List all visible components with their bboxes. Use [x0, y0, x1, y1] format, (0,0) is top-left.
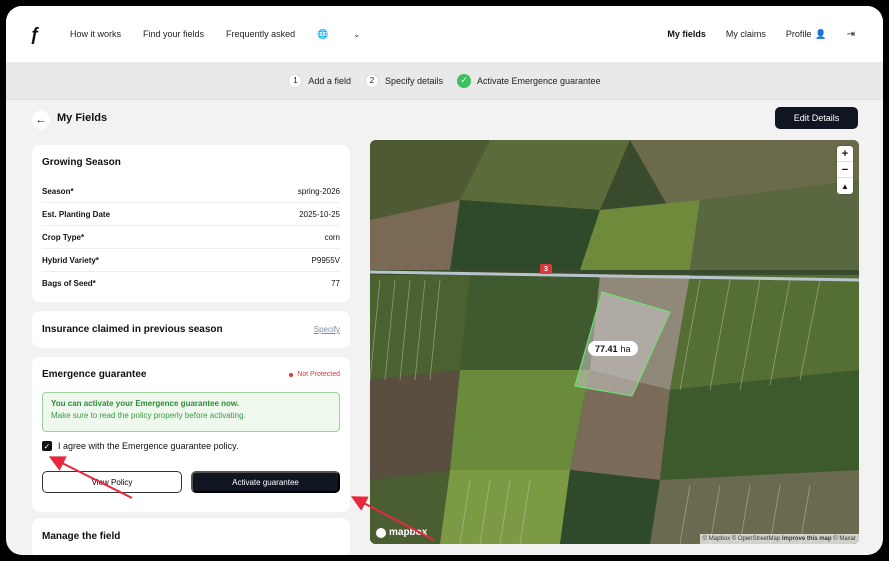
globe-icon: 🌐	[317, 28, 329, 39]
logout-icon[interactable]: ⇥	[847, 29, 855, 40]
table-row: Est. Planting Date 2025-10-25	[42, 203, 340, 226]
top-navigation: ƒ How it works Find your fields Frequent…	[6, 6, 883, 62]
nav-link-faq[interactable]: Frequently asked	[226, 29, 295, 39]
check-icon: ✓	[456, 73, 471, 88]
manage-field-title: Manage the field	[42, 531, 121, 542]
nav-link-my-claims[interactable]: My claims	[726, 29, 766, 39]
page-title: My Fields	[57, 112, 108, 124]
row-key: Bags of Seed*	[42, 279, 96, 288]
step-label: Specify details	[384, 75, 443, 86]
attribution-tail[interactable]: © Maxar	[833, 536, 856, 542]
view-policy-button[interactable]: View Policy	[42, 471, 182, 493]
progress-stepper: 1 Add a field 2 Specify details ✓ Activa…	[6, 62, 883, 100]
step-label: Activate Emergence guarantee	[476, 75, 601, 86]
row-value: P9955V	[311, 255, 340, 265]
step-add-field[interactable]: 1 Add a field	[288, 73, 351, 88]
growing-season-card: Growing Season Season* spring-2026 Est. …	[32, 145, 350, 302]
step-activate-guarantee[interactable]: ✓ Activate Emergence guarantee	[456, 73, 601, 88]
language-selector[interactable]: 🌐 ⌄	[317, 29, 360, 40]
attribution-text[interactable]: © Mapbox © OpenStreetMap	[703, 536, 781, 542]
emergence-title: Emergence guarantee	[42, 369, 147, 380]
row-key: Crop Type*	[42, 232, 85, 242]
insurance-claimed-title: Insurance claimed in previous season	[42, 324, 223, 335]
row-value: spring-2026	[297, 186, 340, 196]
agree-checkbox[interactable]: ✓	[42, 441, 52, 451]
mapbox-logo-text: mapbox	[389, 527, 428, 538]
compass-icon[interactable]: ▲	[837, 178, 853, 194]
zoom-in-button[interactable]: +	[837, 146, 853, 162]
status-dot-icon	[289, 372, 294, 377]
notice-title: You can activate your Emergence guarante…	[51, 399, 240, 408]
table-row: Crop Type* corn	[42, 226, 340, 249]
nav-link-how-it-works[interactable]: How it works	[70, 29, 121, 39]
row-key: Season*	[42, 186, 74, 196]
notice-text: Make sure to read the policy properly be…	[51, 411, 246, 420]
mapbox-logo-icon	[376, 527, 386, 538]
row-value: 2025-10-25	[299, 209, 340, 219]
step-number: 1	[288, 73, 303, 88]
area-value: 77.41	[595, 343, 618, 354]
row-key: Est. Planting Date	[42, 209, 111, 219]
agree-label: I agree with the Emergence guarantee pol…	[58, 441, 239, 451]
chevron-down-icon: ⌄	[353, 29, 361, 39]
app-frame: ƒ How it works Find your fields Frequent…	[6, 6, 883, 555]
map-attribution: © Mapbox © OpenStreetMap Improve this ma…	[699, 534, 859, 544]
field-area-label: 77.41 ha	[588, 341, 638, 356]
map-zoom-controls: + − ▲	[837, 146, 853, 194]
activation-notice: You can activate your Emergence guarante…	[42, 392, 340, 432]
status-badge: Not Protected	[289, 371, 340, 378]
table-row: Bags of Seed* 77	[42, 272, 340, 295]
row-key: Hybrid Variety*	[42, 255, 99, 265]
mapbox-logo[interactable]: mapbox	[376, 527, 427, 538]
user-nav: My fields My claims Profile 👤 ⇥	[647, 6, 855, 62]
step-number: 2	[364, 73, 379, 88]
zoom-out-button[interactable]: −	[837, 162, 853, 178]
table-row: Hybrid Variety* P9955V	[42, 249, 340, 272]
insurance-claimed-card: Insurance claimed in previous season Spe…	[32, 311, 350, 348]
row-value: 77	[331, 279, 340, 288]
agree-policy-row[interactable]: ✓ I agree with the Emergence guarantee p…	[42, 441, 340, 451]
activate-guarantee-button[interactable]: Activate guarantee	[191, 471, 340, 493]
main-nav: How it works Find your fields Frequently…	[70, 6, 382, 62]
brand-logo-icon[interactable]: ƒ	[30, 24, 50, 44]
nav-link-profile[interactable]: Profile 👤	[786, 29, 827, 40]
step-label: Add a field	[308, 75, 351, 86]
edit-details-button[interactable]: Edit Details	[775, 107, 858, 129]
user-icon: 👤	[815, 28, 827, 39]
nav-link-my-fields[interactable]: My fields	[667, 29, 706, 39]
back-arrow-icon[interactable]: ←	[32, 111, 50, 129]
table-row: Season* spring-2026	[42, 180, 340, 203]
status-text: Not Protected	[297, 371, 340, 378]
row-value: corn	[324, 232, 340, 242]
nav-link-find-fields[interactable]: Find your fields	[143, 29, 204, 39]
improve-map-link[interactable]: Improve this map	[782, 536, 832, 542]
profile-label: Profile	[785, 29, 812, 39]
specify-link[interactable]: Specify	[314, 325, 340, 334]
satellite-map[interactable]: 3 + − ▲ 77.41 ha mapbox © Mapbox © OpenS…	[370, 140, 859, 544]
emergence-guarantee-card: Emergence guarantee Not Protected You ca…	[32, 357, 350, 512]
road-number-badge: 3	[544, 265, 548, 273]
area-unit: ha	[620, 343, 631, 354]
growing-season-title: Growing Season	[42, 157, 121, 168]
manage-field-card: Manage the field	[32, 518, 350, 555]
step-specify-details[interactable]: 2 Specify details	[364, 73, 443, 88]
